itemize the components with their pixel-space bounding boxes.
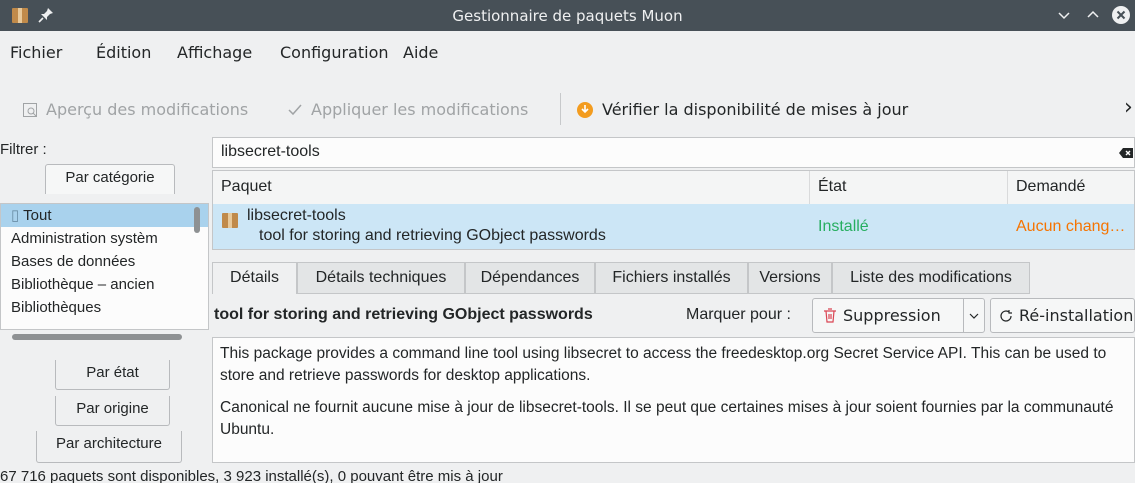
category-list[interactable]: ▯ Tout Administration systèm Bases de do… — [0, 203, 209, 330]
maximize-icon[interactable] — [1083, 5, 1103, 25]
column-header-state[interactable]: État — [810, 171, 1008, 204]
category-item[interactable]: ▯ Tout — [1, 204, 208, 227]
check-updates-label: Vérifier la disponibilité de mises à jou… — [602, 100, 909, 119]
chevron-down-icon[interactable] — [967, 309, 981, 323]
description-paragraph: This package provides a command line too… — [220, 345, 1107, 384]
toolbar: Aperçu des modifications Appliquer les m… — [0, 83, 1135, 139]
package-requested: Aucun chang… — [1016, 218, 1126, 235]
category-vertical-scrollbar[interactable] — [194, 207, 200, 233]
package-summary: tool for storing and retrieving GObject … — [259, 227, 606, 244]
toolbar-separator — [560, 93, 561, 125]
tab-by-origin[interactable]: Par origine — [55, 396, 170, 426]
menu-help[interactable]: Aide — [403, 43, 438, 62]
category-item[interactable]: Administration systèm — [1, 227, 208, 250]
menu-settings[interactable]: Configuration — [280, 43, 389, 62]
tab-installed-files[interactable]: Fichiers installés — [595, 262, 748, 294]
column-header-requested[interactable]: Demandé — [1008, 171, 1134, 204]
preview-changes-button[interactable]: Aperçu des modifications — [22, 100, 248, 119]
category-item[interactable]: Bibliothèque – ancien — [1, 273, 208, 296]
menu-edit[interactable]: Édition — [96, 43, 151, 62]
apply-changes-button[interactable]: Appliquer les modifications — [287, 100, 528, 119]
toolbar-overflow-icon[interactable]: › — [1124, 95, 1133, 120]
close-icon[interactable] — [1111, 5, 1131, 25]
category-item[interactable]: Bases de données — [1, 250, 208, 273]
check-updates-button[interactable]: Vérifier la disponibilité de mises à jou… — [576, 100, 908, 119]
checkmark-icon — [288, 104, 302, 115]
reinstall-button[interactable]: Ré-installation — [990, 298, 1135, 333]
clear-search-icon[interactable] — [1119, 146, 1133, 160]
column-header-package[interactable]: Paquet — [213, 171, 810, 204]
menu-file[interactable]: Fichier — [10, 43, 62, 62]
trash-icon — [824, 308, 836, 323]
tab-versions[interactable]: Versions — [748, 262, 832, 294]
tab-details[interactable]: Détails — [212, 262, 297, 294]
package-icon — [222, 213, 238, 228]
tab-changelog[interactable]: Liste des modifications — [832, 262, 1030, 294]
tab-by-architecture[interactable]: Par architecture — [36, 431, 182, 463]
tab-by-state[interactable]: Par état — [55, 360, 170, 390]
title-bar[interactable]: Gestionnaire de paquets Muon — [0, 0, 1135, 31]
category-horizontal-scrollbar[interactable] — [12, 334, 182, 340]
tab-technical-details[interactable]: Détails techniques — [297, 262, 465, 294]
package-state: Installé — [818, 218, 869, 235]
preview-icon — [23, 102, 37, 117]
remove-label: Suppression — [843, 306, 941, 325]
tab-dependencies[interactable]: Dépendances — [465, 262, 595, 294]
filter-label: Filtrer : — [0, 141, 47, 158]
update-icon — [577, 101, 593, 118]
category-item[interactable]: Bibliothèques — [1, 296, 208, 319]
apply-changes-label: Appliquer les modifications — [311, 100, 529, 119]
window-title: Gestionnaire de paquets Muon — [452, 7, 683, 25]
split-separator — [963, 299, 964, 332]
refresh-icon — [1000, 309, 1012, 322]
remove-button[interactable]: Suppression — [812, 298, 985, 333]
support-notice: Canonical ne fournit aucune mise à jour … — [220, 399, 1114, 438]
menu-view[interactable]: Affichage — [177, 43, 252, 62]
package-name: libsecret-tools — [247, 207, 346, 224]
reinstall-label: Ré-installation — [1019, 306, 1134, 325]
preview-changes-label: Aperçu des modifications — [46, 100, 249, 119]
status-bar: 67 716 paquets sont disponibles, 3 923 i… — [0, 468, 503, 483]
minimize-icon[interactable] — [1054, 5, 1074, 25]
package-description: This package provides a command line too… — [212, 337, 1135, 463]
menu-bar: Fichier Édition Affichage Configuration … — [0, 31, 1135, 83]
tab-by-category[interactable]: Par catégorie — [45, 164, 175, 194]
mark-for-label: Marquer pour : — [686, 306, 791, 323]
detail-title: tool for storing and retrieving GObject … — [214, 306, 593, 323]
package-table[interactable]: Paquet État Demandé libsecret-tools tool… — [212, 170, 1135, 250]
table-row[interactable]: libsecret-tools tool for storing and ret… — [213, 204, 1134, 249]
search-value: libsecret-tools — [221, 143, 320, 160]
search-input[interactable]: libsecret-tools — [212, 137, 1135, 168]
